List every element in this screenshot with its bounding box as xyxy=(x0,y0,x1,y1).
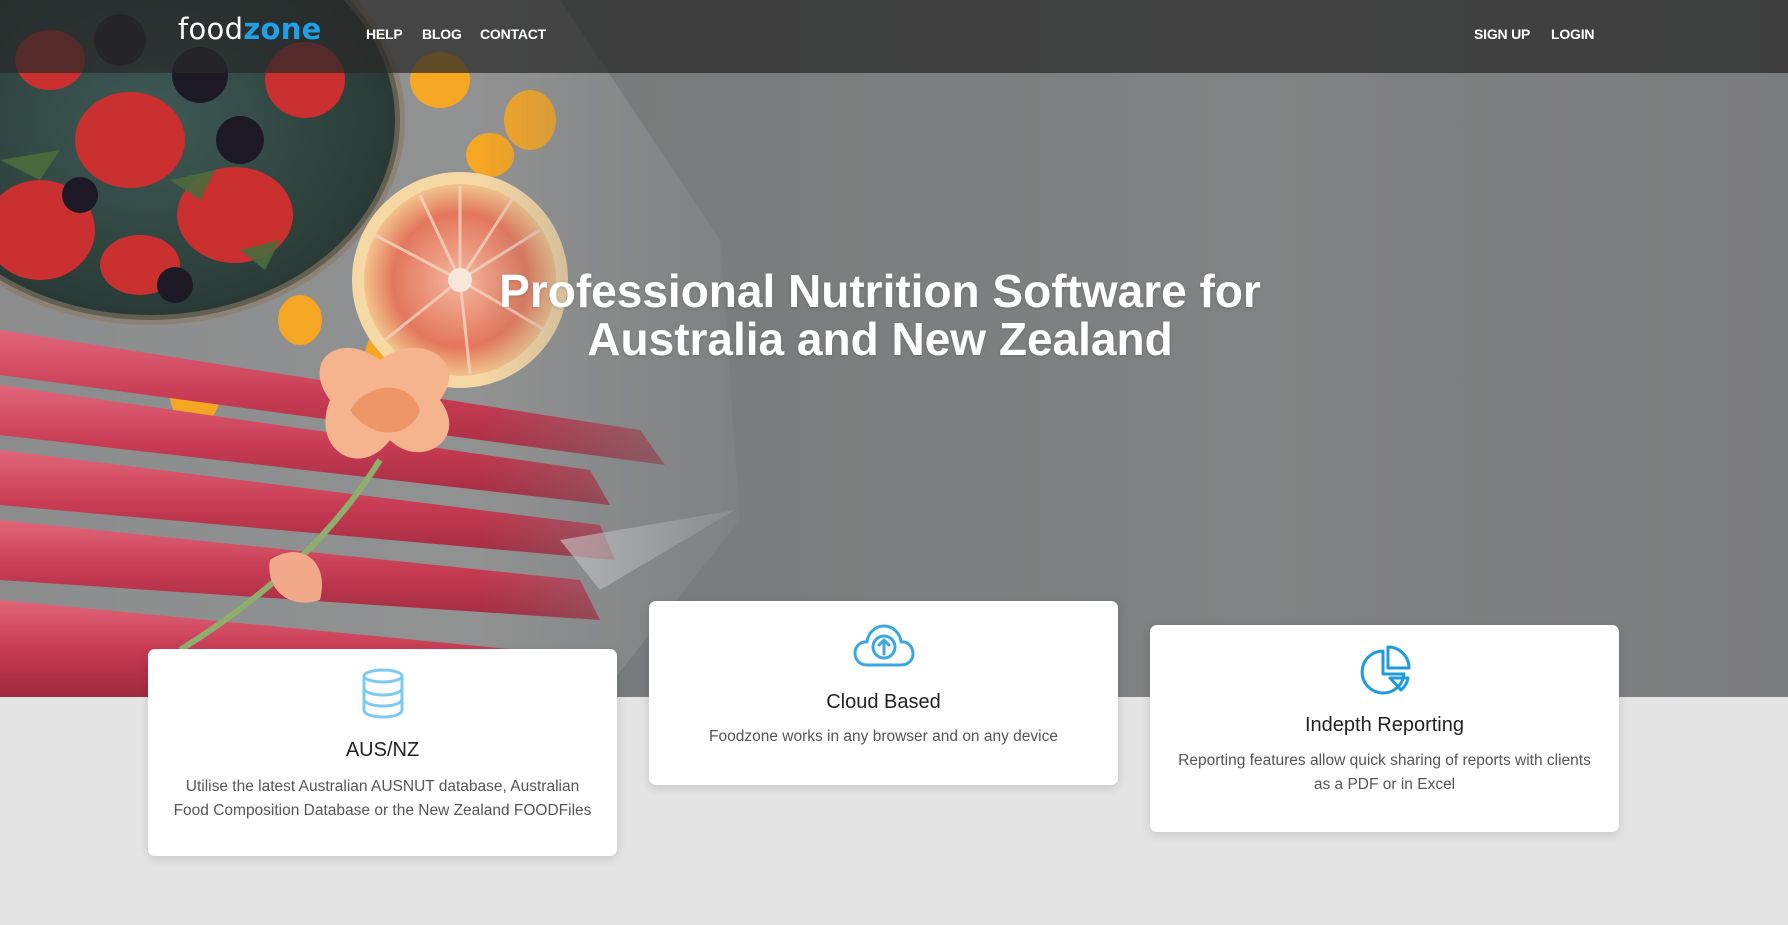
feature-desc-ausnz: Utilise the latest Australian AUSNUT dat… xyxy=(164,775,601,823)
hero-headline-line2: Australia and New Zealand xyxy=(587,313,1173,365)
page: foodzone HELP BLOG CONTACT SIGN UP LOGIN… xyxy=(0,0,1788,925)
database-icon xyxy=(362,668,403,719)
feature-card-cloud: Cloud Based Foodzone works in any browse… xyxy=(649,601,1118,785)
logo-zone-text: zone xyxy=(243,12,322,46)
nav-login-link[interactable]: LOGIN xyxy=(1551,26,1595,42)
nav-contact-link[interactable]: CONTACT xyxy=(480,26,546,42)
feature-desc-reporting-line1: Reporting features allow quick sharing o… xyxy=(1178,752,1591,769)
hero-headline: Professional Nutrition Software for Aust… xyxy=(430,267,1330,363)
nav-help-link[interactable]: HELP xyxy=(366,26,403,42)
nav-signup-link[interactable]: SIGN UP xyxy=(1474,26,1530,42)
foodzone-logo[interactable]: foodzone xyxy=(178,12,322,46)
feature-card-reporting: Indepth Reporting Reporting features all… xyxy=(1150,625,1619,832)
hero-headline-line1: Professional Nutrition Software for xyxy=(499,265,1261,317)
feature-desc-ausnz-line2: Food Composition Database or the New Zea… xyxy=(173,802,592,819)
pie-chart-icon xyxy=(1360,645,1410,695)
feature-card-ausnz: AUS/NZ Utilise the latest Australian AUS… xyxy=(148,649,617,856)
feature-title-cloud: Cloud Based xyxy=(826,691,941,713)
feature-title-ausnz: AUS/NZ xyxy=(345,739,420,761)
feature-desc-cloud: Foodzone works in any browser and on any… xyxy=(709,728,1058,745)
feature-desc-reporting: Reporting features allow quick sharing o… xyxy=(1166,749,1603,797)
top-navbar: foodzone HELP BLOG CONTACT SIGN UP LOGIN xyxy=(0,0,1788,73)
cloud-upload-icon xyxy=(853,624,914,667)
logo-food-text: food xyxy=(178,12,244,46)
feature-desc-reporting-line2: as a PDF or in Excel xyxy=(1313,776,1456,793)
feature-desc-ausnz-line1: Utilise the latest Australian AUSNUT dat… xyxy=(185,778,580,795)
feature-title-reporting: Indepth Reporting xyxy=(1304,714,1464,736)
nav-blog-link[interactable]: BLOG xyxy=(422,26,462,42)
